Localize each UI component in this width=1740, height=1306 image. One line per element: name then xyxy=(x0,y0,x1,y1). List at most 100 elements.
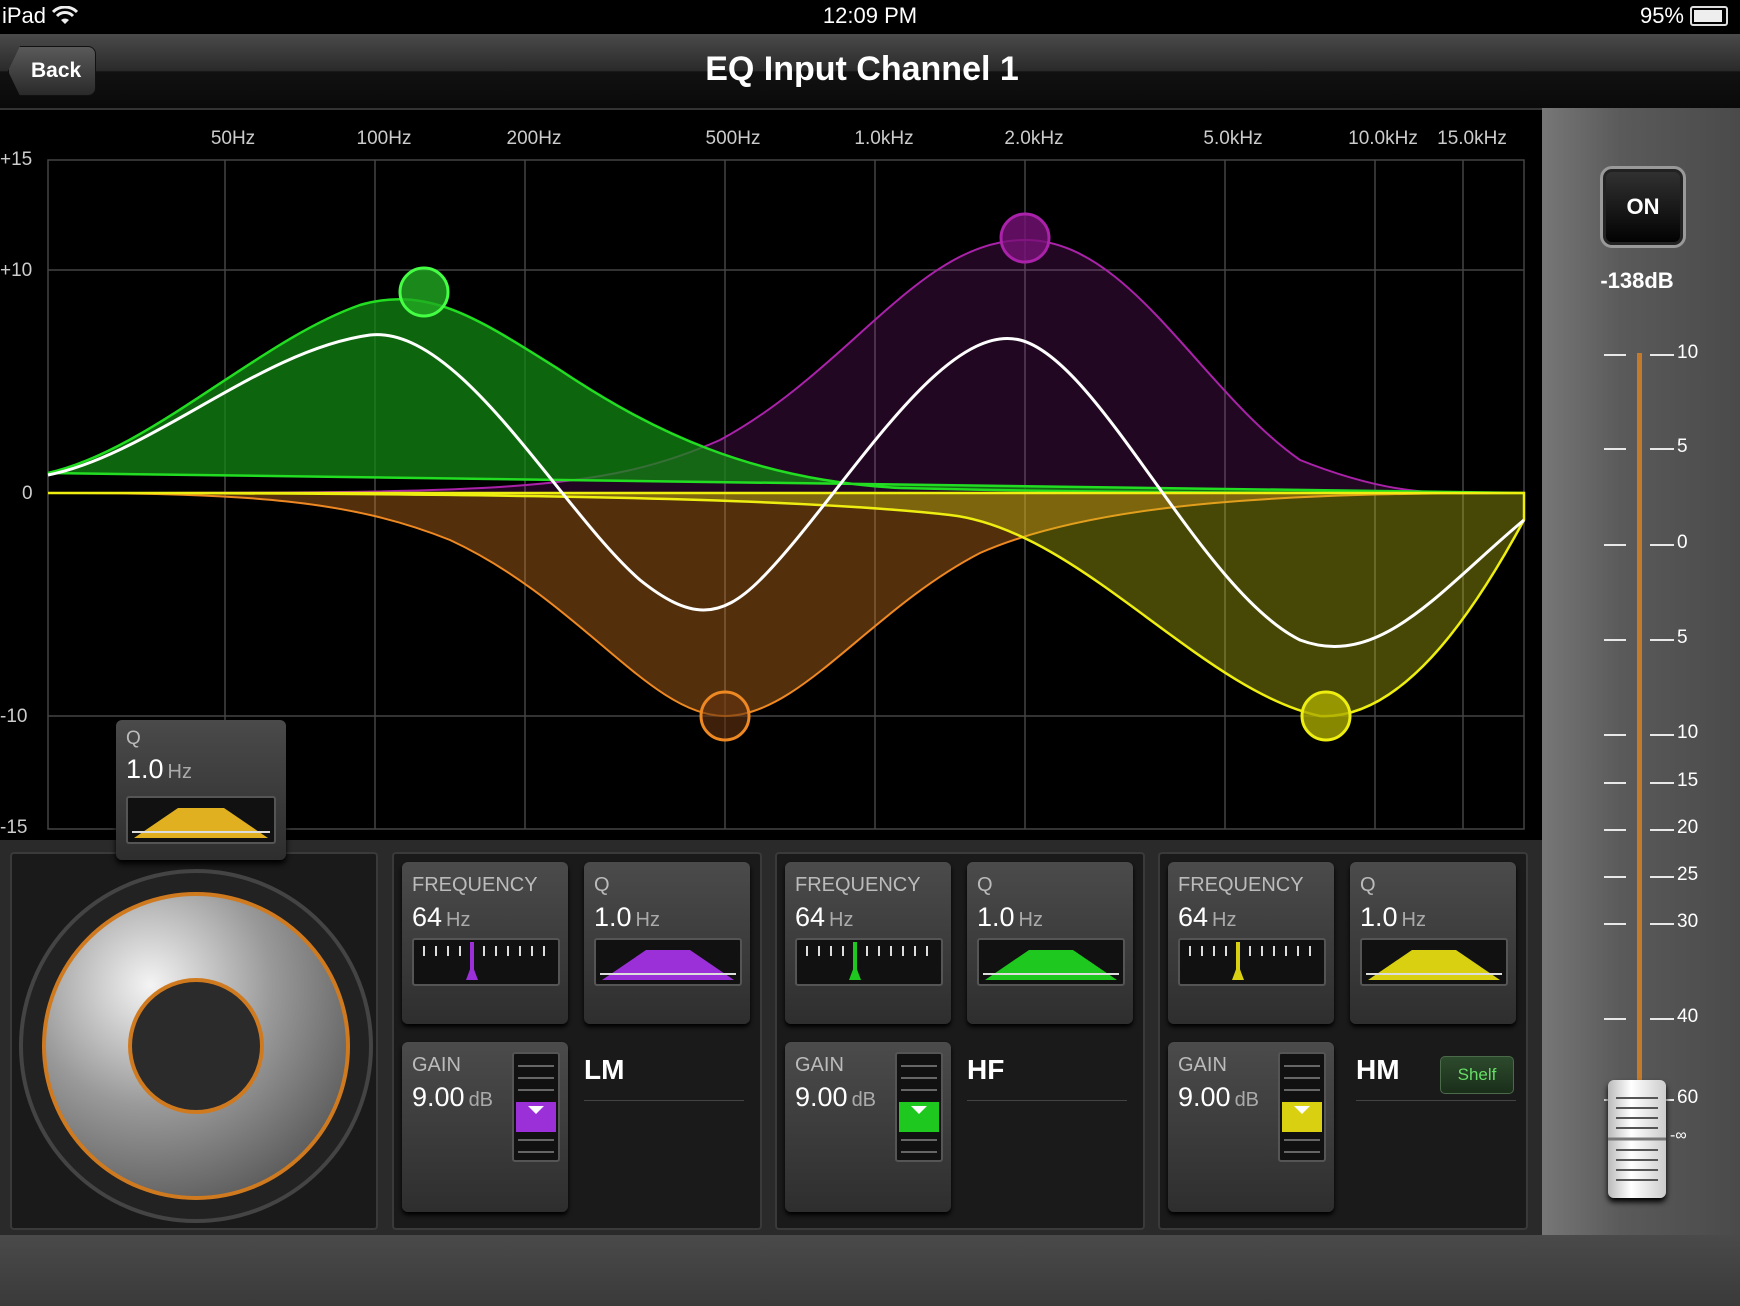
q-control[interactable]: Q 1.0 Hz xyxy=(1350,862,1516,1024)
scale-label: 60 xyxy=(1677,1087,1699,1108)
knob-section xyxy=(10,852,378,1230)
frequency-value: 64 Hz xyxy=(412,902,471,932)
scale-tick xyxy=(1650,876,1674,878)
scale-label: 5 xyxy=(1677,436,1688,457)
gain-value: 9.00 dB xyxy=(795,1082,877,1112)
frequency-label: FREQUENCY xyxy=(795,874,921,896)
band-node-green[interactable] xyxy=(398,266,450,318)
frequency-label: FREQUENCY xyxy=(412,874,538,896)
scale-tick xyxy=(1650,448,1674,450)
scale-label: 10 xyxy=(1677,722,1699,743)
scale-label: 0 xyxy=(1677,532,1688,553)
scale-label: 20 xyxy=(1677,817,1699,838)
page-title: EQ Input Channel 1 xyxy=(705,50,1019,88)
gain-meter xyxy=(895,1052,943,1162)
frequency-label: FREQUENCY xyxy=(1178,874,1304,896)
gain-label: GAIN xyxy=(412,1054,461,1076)
frequency-control[interactable]: FREQUENCY 64 Hz xyxy=(402,862,568,1024)
fader-level-readout: -138dB xyxy=(1600,268,1674,293)
scale-tick xyxy=(1604,639,1626,641)
scale-tick xyxy=(1650,734,1674,736)
scale-tick xyxy=(1650,782,1674,784)
q-value: 1.0 Hz xyxy=(977,902,1043,932)
q-label: Q xyxy=(1360,874,1376,896)
scale-label: -∞ xyxy=(1670,1127,1687,1144)
q-value: 1.0 Hz xyxy=(594,902,660,932)
popup-q-meter xyxy=(126,796,276,844)
divider xyxy=(584,1100,744,1101)
popup-label: Q xyxy=(126,728,141,749)
scale-label: 25 xyxy=(1677,864,1699,885)
frequency-control[interactable]: FREQUENCY 64 Hz xyxy=(785,862,951,1024)
band-control-panel: FREQUENCY 64 Hz Q 1.0 Hz GAIN 9.00 dB LM FR… xyxy=(0,840,1542,1235)
scale-tick xyxy=(1650,829,1674,831)
gain-control[interactable]: GAIN 9.00 dB xyxy=(785,1042,951,1212)
gain-value: 9.00 dB xyxy=(1178,1082,1260,1112)
scale-tick xyxy=(1650,639,1674,641)
q-meter xyxy=(594,938,742,986)
nav-bar: Back EQ Input Channel 1 xyxy=(0,34,1740,110)
scale-tick xyxy=(1604,448,1626,450)
popup-value: 1.0 Hz xyxy=(126,754,192,784)
scale-tick xyxy=(1604,923,1626,925)
scale-tick xyxy=(1604,734,1626,736)
scale-tick xyxy=(1650,544,1674,546)
fader-knob[interactable] xyxy=(1608,1080,1666,1198)
gain-meter xyxy=(512,1052,560,1162)
q-meter xyxy=(977,938,1125,986)
q-label: Q xyxy=(977,874,993,896)
frequency-meter xyxy=(412,938,560,986)
band-node-purple[interactable] xyxy=(999,212,1051,264)
scale-tick xyxy=(1604,544,1626,546)
scale-tick xyxy=(1650,1018,1674,1020)
gain-label: GAIN xyxy=(795,1054,844,1076)
band-name: LM xyxy=(584,1054,625,1085)
q-control[interactable]: Q 1.0 Hz xyxy=(584,862,750,1024)
band-name: HF xyxy=(967,1054,1005,1085)
scale-label: 30 xyxy=(1677,911,1699,932)
scale-label: 15 xyxy=(1677,770,1699,791)
gain-meter xyxy=(1278,1052,1326,1162)
band-node-yellow[interactable] xyxy=(1300,690,1352,742)
gain-value: 9.00 dB xyxy=(412,1082,494,1112)
frequency-value: 64 Hz xyxy=(795,902,854,932)
shelf-button[interactable]: Shelf xyxy=(1440,1056,1514,1094)
footer-bar xyxy=(0,1235,1740,1306)
q-popup[interactable]: Q 1.0 Hz xyxy=(116,720,286,860)
fader-track xyxy=(1637,353,1642,1113)
scale-tick xyxy=(1650,923,1674,925)
q-value: 1.0 Hz xyxy=(1360,902,1426,932)
q-meter xyxy=(1360,938,1508,986)
gain-label: GAIN xyxy=(1178,1054,1227,1076)
band-section-hf: FREQUENCY 64 Hz Q 1.0 Hz GAIN 9.00 dB HF xyxy=(775,852,1145,1230)
band-section-lm: FREQUENCY 64 Hz Q 1.0 Hz GAIN 9.00 dB LM xyxy=(392,852,762,1230)
scale-label: 10 xyxy=(1677,342,1699,363)
scale-tick xyxy=(1604,876,1626,878)
q-label: Q xyxy=(594,874,610,896)
gain-control[interactable]: GAIN 9.00 dB xyxy=(1168,1042,1334,1212)
battery-percent: 95% xyxy=(1639,3,1684,28)
q-control[interactable]: Q 1.0 Hz xyxy=(967,862,1133,1024)
gain-control[interactable]: GAIN 9.00 dB xyxy=(402,1042,568,1212)
band-section-hm: FREQUENCY 64 Hz Q 1.0 Hz GAIN 9.00 dB HM Sh… xyxy=(1158,852,1528,1230)
on-button[interactable]: ON xyxy=(1600,166,1686,248)
scale-tick xyxy=(1604,1018,1626,1020)
frequency-control[interactable]: FREQUENCY 64 Hz xyxy=(1168,862,1334,1024)
rotary-knob[interactable] xyxy=(12,854,376,1228)
band-node-orange[interactable] xyxy=(699,690,751,742)
status-bar: iPad 12:09 PM 95% xyxy=(0,0,1740,34)
scale-label: 5 xyxy=(1677,627,1688,648)
divider xyxy=(1356,1100,1516,1101)
scale-tick xyxy=(1604,354,1626,356)
band-name: HM xyxy=(1356,1054,1400,1085)
battery-icon xyxy=(1690,6,1728,26)
scale-tick xyxy=(1604,782,1626,784)
scale-label: 40 xyxy=(1677,1006,1699,1027)
frequency-meter xyxy=(795,938,943,986)
clock: 12:09 PM xyxy=(822,3,918,28)
channel-fader-strip: ON -138dB 10 5 0 5 10 15 20 25 30 40 60 … xyxy=(1542,108,1740,1235)
divider xyxy=(967,1100,1127,1101)
frequency-value: 64 Hz xyxy=(1178,902,1237,932)
scale-tick xyxy=(1650,354,1674,356)
frequency-meter xyxy=(1178,938,1326,986)
